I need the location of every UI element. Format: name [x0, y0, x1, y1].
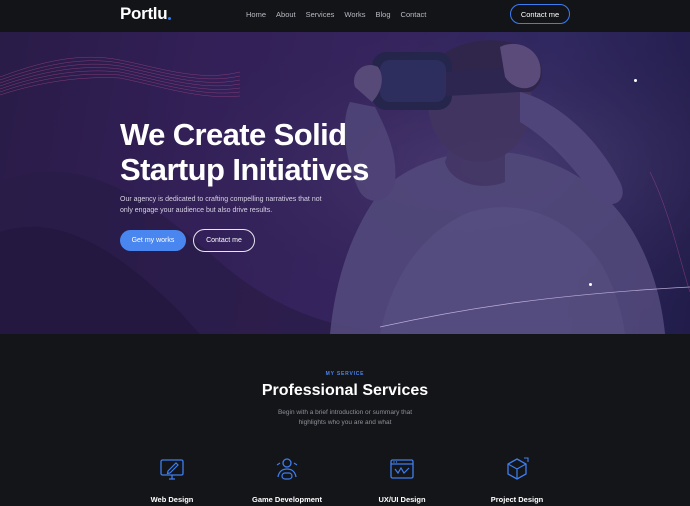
- logo-text: Portlu: [120, 4, 168, 23]
- hero-section: We Create Solid Startup Initiatives Our …: [0, 32, 690, 334]
- hero-title-line2: Startup Initiatives: [120, 152, 369, 187]
- get-my-works-button[interactable]: Get my works: [120, 230, 186, 251]
- service-label: UX/UI Design: [378, 495, 426, 504]
- service-label: Project Design: [490, 495, 544, 504]
- section-eyebrow: MY SERVICE: [325, 371, 365, 377]
- service-label: Web Design: [150, 495, 194, 504]
- nav-item-contact[interactable]: Contact: [401, 10, 427, 19]
- nav-item-works[interactable]: Works: [344, 10, 365, 19]
- hero-title: We Create Solid Startup Initiatives: [120, 117, 420, 187]
- gamepad-person-icon: [276, 458, 298, 480]
- design-browser-icon: [390, 459, 414, 479]
- monitor-pen-icon: [160, 459, 184, 480]
- hero-description: Our agency is dedicated to crafting comp…: [120, 196, 322, 214]
- services-section: MY SERVICE Professional Services Begin w…: [0, 334, 690, 506]
- nav-item-blog[interactable]: Blog: [376, 10, 391, 19]
- nav-item-services[interactable]: Services: [306, 10, 335, 19]
- nav-item-about[interactable]: About: [276, 10, 296, 19]
- nav-item-home[interactable]: Home: [246, 10, 266, 19]
- brand-logo[interactable]: Portlu: [120, 4, 172, 24]
- sparkle-dot: [589, 283, 592, 286]
- service-card-ux-ui-design[interactable]: UX/UI Design: [347, 456, 457, 504]
- hero-title-line1: We Create Solid: [120, 117, 347, 152]
- main-menu: Home About Services Works Blog Contact: [246, 10, 436, 19]
- section-description: Begin with a brief introduction or summa…: [277, 409, 413, 426]
- logo-dot: [168, 16, 172, 20]
- cube-plan-icon: [507, 457, 529, 480]
- hero-contact-button[interactable]: Contact me: [193, 229, 255, 252]
- sparkle-dot: [634, 79, 637, 82]
- service-card-game-development[interactable]: Game Development: [232, 456, 342, 504]
- service-card-web-design[interactable]: Web Design: [117, 456, 227, 504]
- top-navbar: Portlu Home About Services Works Blog Co…: [0, 0, 690, 32]
- section-title: Professional Services: [261, 382, 429, 399]
- service-label: Game Development: [251, 495, 323, 504]
- service-card-project-design[interactable]: Project Design: [462, 456, 572, 504]
- nav-contact-button[interactable]: Contact me: [510, 4, 570, 24]
